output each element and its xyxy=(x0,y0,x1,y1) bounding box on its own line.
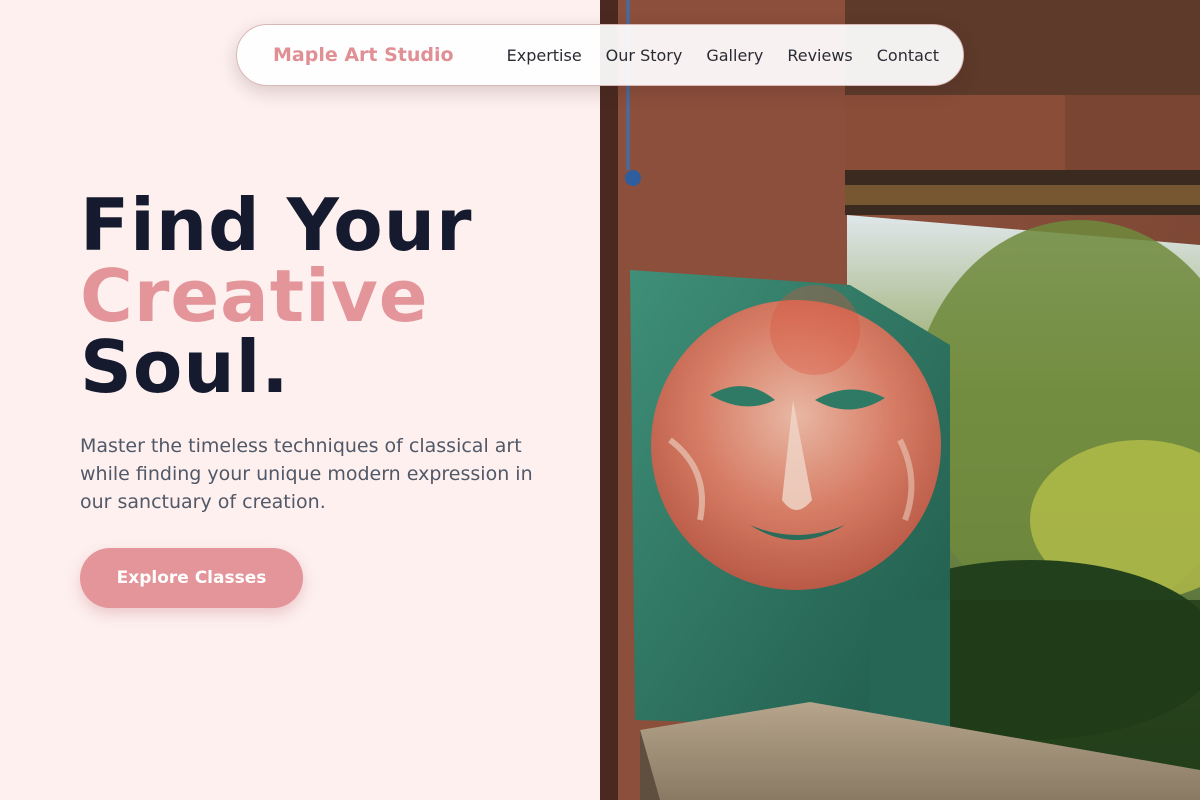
landing-page: Find Your Creative Soul. Master the time… xyxy=(0,0,1200,800)
hero-subtitle: Master the timeless techniques of classi… xyxy=(80,435,533,513)
nav-item: Gallery xyxy=(706,46,763,65)
nav-links: Expertise Our Story Gallery Reviews Cont… xyxy=(507,46,939,65)
nav-link-contact[interactable]: Contact xyxy=(877,46,939,65)
hero-title-line-3: Soul. xyxy=(80,325,290,409)
hero-image xyxy=(600,0,1200,800)
nav-item: Expertise xyxy=(507,46,582,65)
nav-link-our-story[interactable]: Our Story xyxy=(606,46,683,65)
nav-link-reviews[interactable]: Reviews xyxy=(787,46,852,65)
hero-title-line-1: Find Your xyxy=(80,183,473,267)
nav-link-gallery[interactable]: Gallery xyxy=(706,46,763,65)
hero-title-accent-line: Creative xyxy=(80,254,429,338)
top-navbar: Maple Art Studio Expertise Our Story Gal… xyxy=(236,24,964,86)
explore-classes-button[interactable]: Explore Classes xyxy=(80,548,303,608)
nav-item: Our Story xyxy=(606,46,683,65)
nav-item: Reviews xyxy=(787,46,852,65)
brand-logo[interactable]: Maple Art Studio xyxy=(273,44,454,66)
nav-link-expertise[interactable]: Expertise xyxy=(507,46,582,65)
hero-left-pane: Find Your Creative Soul. Master the time… xyxy=(0,0,600,800)
nav-item: Contact xyxy=(877,46,939,65)
painted-face-sculpture-icon xyxy=(600,0,1200,800)
hero-title: Find Your Creative Soul. xyxy=(80,183,473,409)
